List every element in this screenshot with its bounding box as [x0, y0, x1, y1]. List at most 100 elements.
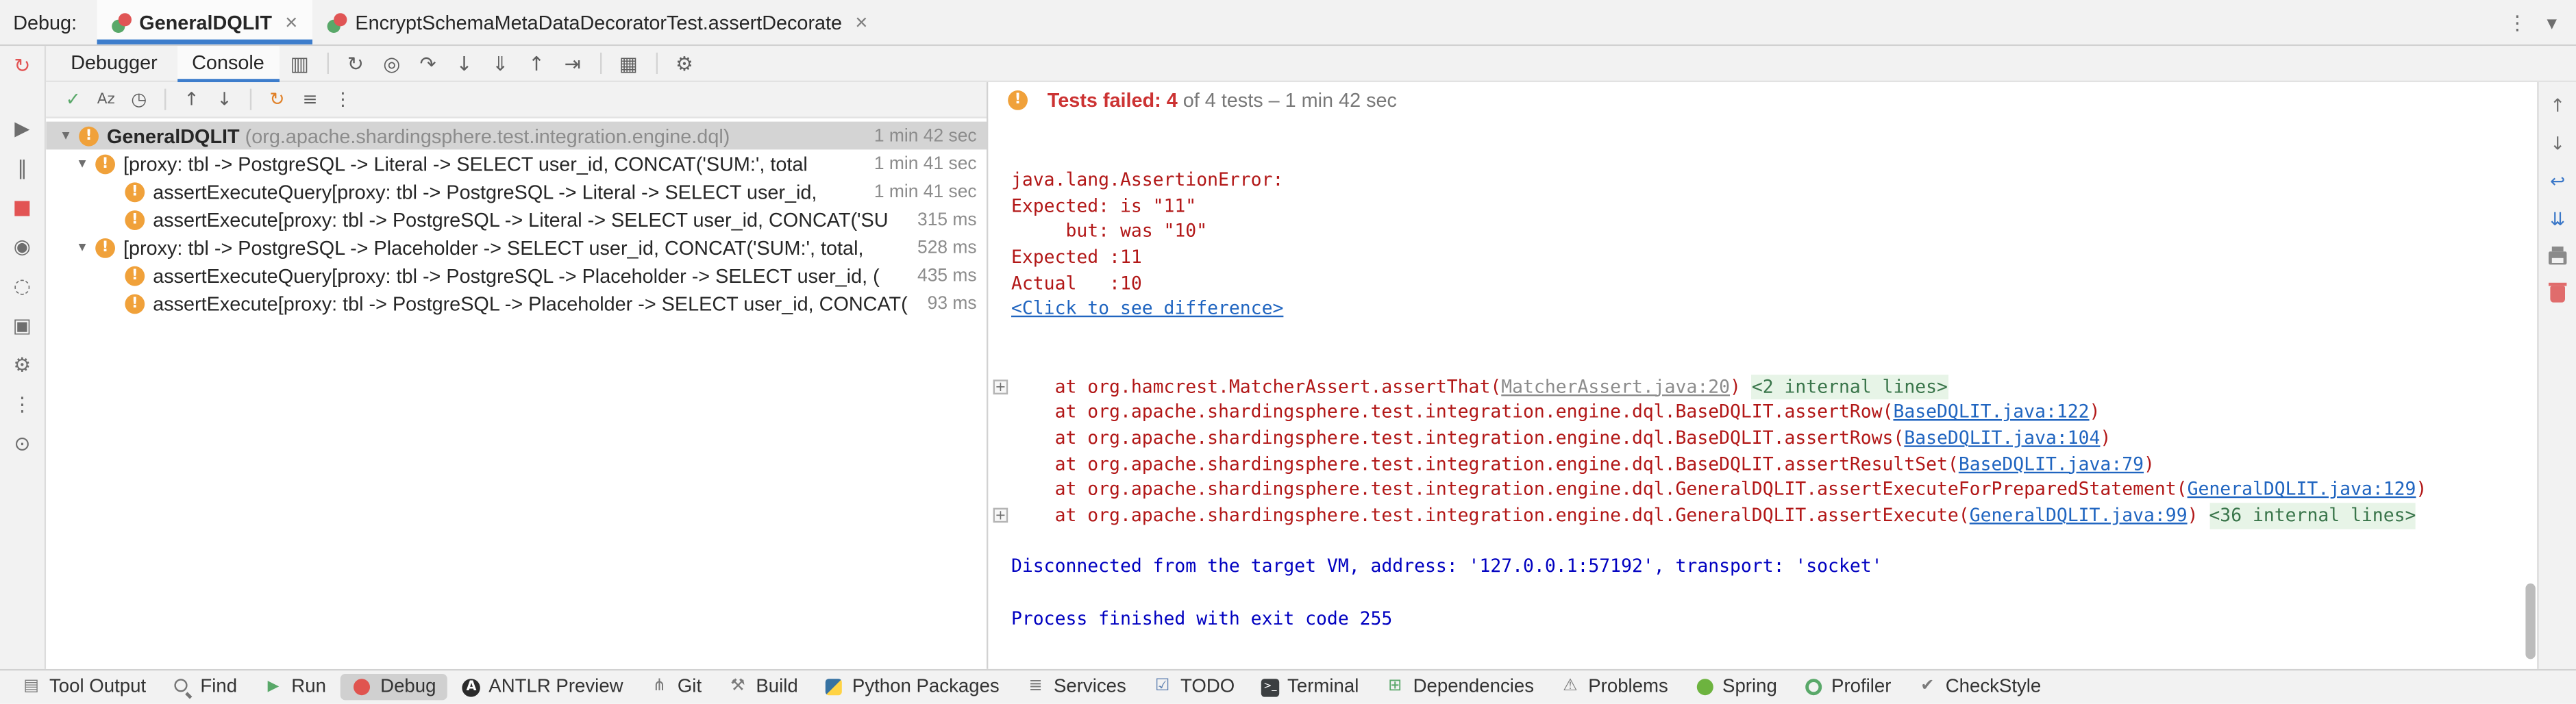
tool-button-problems[interactable]: ⚠Problems [1549, 674, 1680, 700]
restore-layout-icon[interactable]: ▥ [284, 52, 316, 75]
scroll-to-end-icon[interactable]: ⇊ [2546, 209, 2569, 232]
tree-row[interactable]: ▾ ! [proxy: tbl -> PostgreSQL -> Placeho… [46, 234, 987, 262]
next-failed-test-icon[interactable]: ↓ [210, 89, 238, 110]
services-icon: ≣ [1026, 677, 1045, 697]
tab-debugger[interactable]: Debugger [56, 45, 173, 81]
folded-lines-chip[interactable]: <36 internal lines> [2209, 503, 2416, 529]
tool-button-tool-output[interactable]: ▤Tool Output [10, 674, 158, 700]
see-difference-link[interactable]: <Click to see difference> [1011, 297, 1283, 323]
test-name: [proxy: tbl -> PostgreSQL -> Literal -> … [123, 152, 858, 175]
tab-console[interactable]: Console [177, 45, 280, 81]
tool-button-antlr-preview[interactable]: AANTLR Preview [451, 674, 634, 700]
pin-icon[interactable]: ⊙ [9, 431, 35, 457]
test-history-icon[interactable]: ≡ [296, 89, 324, 110]
mute-breakpoints-icon[interactable]: ◌ [9, 273, 35, 299]
tool-button-find[interactable]: Find [161, 674, 249, 700]
tool-button-services[interactable]: ≣Services [1014, 674, 1137, 700]
debug-toolbar-row: Debugger Console ▥ ↻ ◎ ↷ ↓ ⇓ ↑ ⇥ ▦ ⚙ [46, 46, 2576, 82]
run-to-cursor-icon[interactable]: ⇥ [557, 52, 589, 75]
console-line: java.lang.AssertionError: [991, 168, 2537, 194]
tab-general-dqlit[interactable]: GeneralDQLIT × [97, 0, 312, 45]
show-execution-point-icon[interactable]: ◎ [376, 52, 408, 75]
tool-button-debug[interactable]: Debug [341, 674, 448, 700]
up-stack-trace-icon[interactable]: ↑ [2546, 95, 2569, 118]
tab-label: GeneralDQLIT [139, 11, 272, 34]
view-breakpoints-icon[interactable]: ◉ [9, 234, 35, 260]
console-line: Process finished with exit code 255 [991, 606, 2537, 632]
stack-trace-link[interactable]: GeneralDQLIT.java:99 [1970, 503, 2188, 529]
clear-all-icon[interactable] [2550, 286, 2565, 303]
tool-button-profiler[interactable]: Profiler [1792, 674, 1903, 700]
pause-icon[interactable]: ‖ [9, 155, 35, 181]
sort-by-duration-icon[interactable]: ◷ [125, 89, 153, 110]
tool-button-checkstyle[interactable]: ✔CheckStyle [1906, 674, 2053, 700]
tool-button-todo[interactable]: ☑TODO [1141, 674, 1246, 700]
evaluate-expression-icon[interactable]: ▦ [613, 52, 645, 75]
build-icon: ⚒ [728, 677, 748, 697]
stack-trace-link[interactable]: GeneralDQLIT.java:129 [2188, 477, 2416, 503]
stack-trace-link[interactable]: BaseDQLIT.java:79 [1959, 451, 2144, 477]
stop-icon[interactable]: ■ [9, 194, 35, 220]
test-error-icon: ! [125, 210, 145, 229]
rerun-icon[interactable]: ↻ [340, 52, 371, 75]
tool-button-build[interactable]: ⚒Build [717, 674, 810, 700]
tab-encrypt-schema-test[interactable]: EncryptSchemaMetaDataDecoratorTest.asser… [312, 0, 882, 45]
chevron-down-icon[interactable]: ▾ [56, 127, 76, 144]
tool-button-git[interactable]: ⋔Git [638, 674, 713, 700]
rerun-failed-tests-icon[interactable]: ↻ [263, 89, 291, 110]
test-error-icon: ! [95, 153, 115, 173]
tree-row[interactable]: ▾ ! [proxy: tbl -> PostgreSQL -> Literal… [46, 149, 987, 177]
tree-row[interactable]: ! assertExecuteQuery[proxy: tbl -> Postg… [46, 262, 987, 290]
folded-lines-chip[interactable]: <2 internal lines> [1752, 374, 1948, 400]
chevron-down-icon[interactable]: ▾ [73, 239, 92, 255]
resume-icon[interactable]: ▶ [9, 115, 35, 141]
chevron-down-icon[interactable]: ▾ [73, 155, 92, 172]
tool-button-dependencies[interactable]: ⊞Dependencies [1374, 674, 1546, 700]
console-line: Actual :10 [991, 271, 2537, 297]
more-options-icon[interactable]: ⋮ [2507, 11, 2527, 34]
layout-settings-icon[interactable]: ⚙ [669, 52, 700, 75]
separator [164, 89, 166, 110]
tree-row[interactable]: ! assertExecute[proxy: tbl -> PostgreSQL… [46, 289, 987, 317]
force-step-into-icon[interactable]: ⇓ [484, 52, 516, 75]
stack-trace-link[interactable]: MatcherAssert.java:20 [1501, 374, 1730, 400]
more-options-icon[interactable]: ⋮ [9, 391, 35, 417]
stack-trace-link[interactable]: BaseDQLIT.java:122 [1893, 400, 2089, 426]
tree-row-root[interactable]: ▾ ! GeneralDQLIT (org.apache.shardingsph… [46, 122, 987, 150]
console-scrollbar[interactable] [2525, 583, 2535, 659]
step-into-icon[interactable]: ↓ [449, 52, 480, 75]
run-icon: ▶ [263, 677, 283, 697]
window-controls: ⋮ ▾ [2507, 11, 2576, 34]
tool-button-python-packages[interactable]: Python Packages [813, 674, 1011, 700]
tool-button-run[interactable]: ▶Run [252, 674, 338, 700]
show-passed-icon[interactable]: ✓ [59, 89, 87, 110]
step-over-icon[interactable]: ↷ [412, 52, 444, 75]
close-tab-icon[interactable]: × [285, 10, 297, 34]
soft-wrap-icon[interactable]: ↩ [2546, 171, 2569, 194]
dependencies-icon: ⊞ [1385, 677, 1405, 697]
console-output[interactable]: java.lang.AssertionError: Expected: is "… [988, 118, 2537, 669]
hide-window-icon[interactable]: ▾ [2547, 11, 2557, 34]
test-class-icon [327, 12, 347, 32]
separator [250, 89, 251, 110]
down-stack-trace-icon[interactable]: ↓ [2546, 133, 2569, 156]
thread-dump-icon[interactable]: ▣ [9, 312, 35, 338]
test-name: assertExecuteQuery[proxy: tbl -> Postgre… [153, 264, 901, 287]
fold-toggle-icon[interactable]: + [993, 507, 1008, 523]
rerun-debug-icon[interactable]: ↻ [9, 53, 35, 79]
test-class-icon [111, 12, 131, 32]
fold-toggle-icon[interactable]: + [993, 379, 1008, 394]
close-tab-icon[interactable]: × [855, 10, 867, 34]
tree-row[interactable]: ! assertExecuteQuery[proxy: tbl -> Postg… [46, 177, 987, 205]
print-icon[interactable] [2549, 251, 2566, 264]
tool-button-terminal[interactable]: >_Terminal [1250, 674, 1370, 700]
sort-alphabetically-icon[interactable]: Az [92, 91, 120, 108]
settings-icon[interactable]: ⚙ [9, 352, 35, 378]
stack-trace-link[interactable]: BaseDQLIT.java:104 [1904, 425, 2100, 451]
tree-row[interactable]: ! assertExecute[proxy: tbl -> PostgreSQL… [46, 205, 987, 234]
previous-failed-test-icon[interactable]: ↑ [177, 89, 206, 110]
test-tree: ▾ ! GeneralDQLIT (org.apache.shardingsph… [46, 118, 987, 669]
tool-button-spring[interactable]: Spring [1683, 674, 1788, 700]
step-out-icon[interactable]: ↑ [521, 52, 552, 75]
more-options-icon[interactable]: ⋮ [329, 89, 357, 110]
